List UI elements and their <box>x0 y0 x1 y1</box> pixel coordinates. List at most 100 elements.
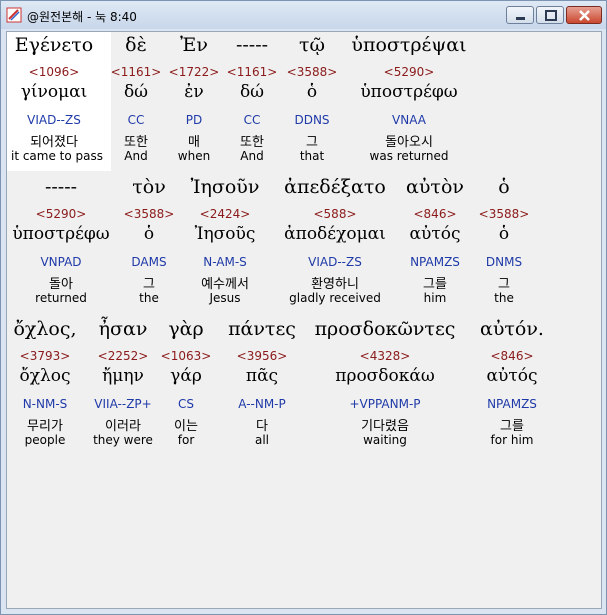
english-gloss: for him <box>490 433 534 447</box>
title-bar[interactable]: @원전본해 - 눅 8:40 <box>1 1 606 29</box>
lemma: ὁ <box>306 82 318 102</box>
korean-gloss: 무리가 <box>27 419 63 434</box>
window-title: @원전본해 - 눅 8:40 <box>27 10 137 24</box>
greek-word[interactable]: ----- <box>236 34 268 56</box>
lemma: γάρ <box>170 366 202 386</box>
greek-word[interactable]: αὐτὸν <box>406 176 464 198</box>
strong-number[interactable]: <3956> <box>237 349 288 363</box>
korean-gloss: 그를 <box>500 419 524 434</box>
greek-word[interactable]: ἦσαν <box>99 318 148 340</box>
greek-word[interactable]: ὁ <box>498 176 509 198</box>
english-gloss: Jesus <box>209 291 241 305</box>
lemma: αὐτός <box>409 224 461 244</box>
english-gloss: all <box>254 433 270 447</box>
english-gloss: waiting <box>363 433 407 447</box>
strong-number[interactable]: <1722> <box>169 65 220 79</box>
lemma: ὑποστρέφω <box>12 224 110 244</box>
lemma: Ἰησοῦς <box>194 224 256 244</box>
korean-gloss: 그 <box>306 135 318 150</box>
lemma: γίνομαι <box>20 82 88 102</box>
lemma: προσδοκάω <box>335 366 435 386</box>
english-gloss: returned <box>35 291 87 305</box>
minimize-button[interactable] <box>506 6 534 24</box>
english-gloss: was returned <box>369 149 449 163</box>
greek-word[interactable]: ἀπεδέξατο <box>284 176 386 198</box>
korean-gloss: 기다렸음 <box>361 419 409 434</box>
parsing-code: VIAD--ZS <box>27 113 81 127</box>
greek-word[interactable]: πάντες <box>228 318 296 340</box>
parsing-code: CS <box>178 397 194 411</box>
english-gloss: they were <box>93 433 153 447</box>
greek-word[interactable]: προσδοκῶντες <box>315 318 456 340</box>
greek-word[interactable]: αὐτόν. <box>480 318 544 340</box>
parsing-code: VIAD--ZS <box>308 255 362 269</box>
strong-number[interactable]: <2424> <box>200 207 251 221</box>
parsing-code: PD <box>185 113 203 127</box>
greek-word[interactable]: ὄχλος, <box>13 318 76 340</box>
greek-word[interactable]: Εγένετο <box>15 34 93 56</box>
strong-number[interactable]: <2252> <box>98 349 149 363</box>
strong-number[interactable]: <1096> <box>29 65 80 79</box>
korean-gloss: 그 <box>143 277 155 292</box>
greek-word[interactable]: δὲ <box>125 34 147 56</box>
lemma: αὐτός <box>486 366 538 386</box>
korean-gloss: 또한 <box>240 135 264 150</box>
strong-number[interactable]: <4328> <box>360 349 411 363</box>
strong-number[interactable]: <846> <box>490 349 533 363</box>
lemma: δώ <box>123 82 149 102</box>
close-button[interactable] <box>566 6 602 24</box>
parsing-code: N-NM-S <box>22 397 68 411</box>
greek-word[interactable]: τῷ <box>299 34 325 56</box>
parsing-code: NPAMZS <box>487 397 537 411</box>
strong-number[interactable]: <1063> <box>161 349 212 363</box>
parsing-code: DDNS <box>294 113 330 127</box>
strong-number[interactable]: <3588> <box>124 207 175 221</box>
lemma: ὄχλος <box>19 366 71 386</box>
parsing-code: +VPPANM-P <box>349 397 421 411</box>
greek-word[interactable]: ----- <box>45 176 77 198</box>
english-gloss: it came to pass <box>10 149 104 163</box>
english-gloss: for <box>177 433 195 447</box>
strong-number[interactable]: <3588> <box>287 65 338 79</box>
greek-word[interactable]: τὸν <box>132 176 166 198</box>
strong-number[interactable]: <5290> <box>36 207 87 221</box>
english-gloss: that <box>299 149 325 163</box>
lemma: ὑποστρέφω <box>360 82 458 102</box>
english-gloss: him <box>423 291 447 305</box>
strong-number[interactable]: <1161> <box>111 65 162 79</box>
greek-word[interactable]: γὰρ <box>168 318 203 340</box>
greek-word[interactable]: Ἐν <box>180 34 208 56</box>
greek-word[interactable]: Ἰησοῦν <box>191 176 260 198</box>
korean-gloss: 또한 <box>124 135 148 150</box>
korean-gloss: 그를 <box>423 277 447 292</box>
lemma: ἀποδέχομαι <box>284 224 386 244</box>
lemma: ἤμην <box>102 366 144 386</box>
english-gloss: And <box>124 149 148 163</box>
maximize-button[interactable] <box>536 6 564 24</box>
english-gloss: the <box>494 291 514 305</box>
strong-number[interactable]: <5290> <box>384 65 435 79</box>
korean-gloss: 다 <box>256 419 268 434</box>
korean-gloss: 매 <box>188 135 200 150</box>
korean-gloss: 되어졌다 <box>30 135 78 150</box>
app-window: @원전본해 - 눅 8:40 Εγένετο <1096> γίνομαι VI… <box>0 0 607 615</box>
parsing-code: CC <box>127 113 145 127</box>
greek-word[interactable]: ὑποστρέψαι <box>351 34 466 56</box>
strong-number[interactable]: <1161> <box>227 65 278 79</box>
lemma: δώ <box>239 82 265 102</box>
english-gloss: the <box>139 291 159 305</box>
parsing-code: VNAA <box>392 113 426 127</box>
app-icon[interactable] <box>6 7 22 23</box>
english-gloss: when <box>177 149 211 163</box>
korean-gloss: 예수께서 <box>201 277 249 292</box>
interlinear-view: Εγένετο <1096> γίνομαι VIAD--ZS 되어졌다 it … <box>6 31 602 609</box>
parsing-code: DAMS <box>131 255 167 269</box>
strong-number[interactable]: <588> <box>313 207 356 221</box>
lemma: ὁ <box>498 224 510 244</box>
strong-number[interactable]: <3793> <box>20 349 71 363</box>
parsing-code: VNPAD <box>40 255 82 269</box>
parsing-code: A--NM-P <box>238 397 286 411</box>
english-gloss: And <box>240 149 264 163</box>
strong-number[interactable]: <846> <box>413 207 456 221</box>
strong-number[interactable]: <3588> <box>479 207 530 221</box>
